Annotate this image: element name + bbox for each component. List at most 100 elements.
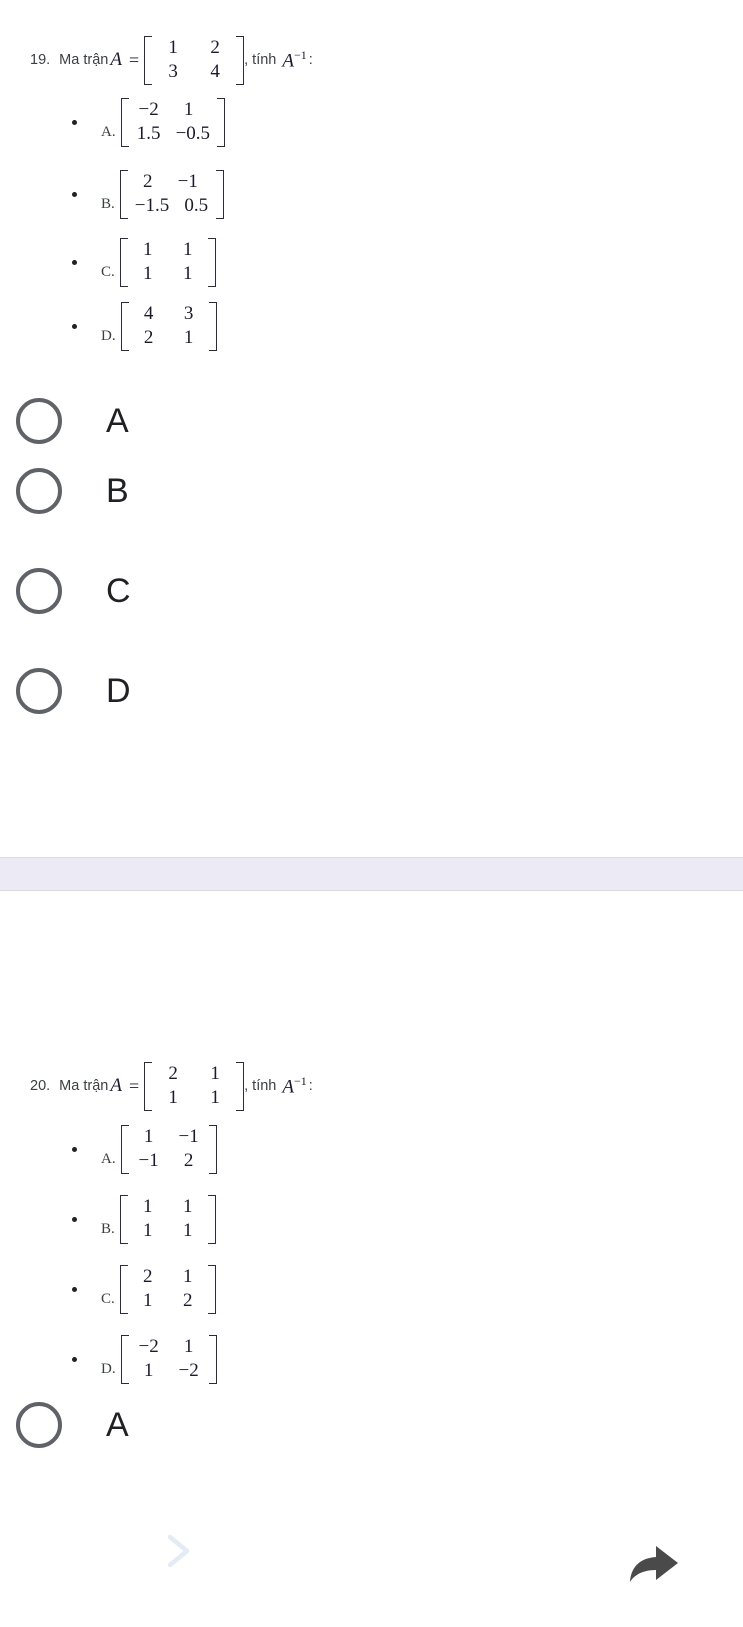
matrix-cell: 2 [143, 327, 154, 349]
radio-button-icon[interactable] [16, 568, 62, 614]
question-stem-20: 20. Ma trận A = 2 1 1 1 , tính A−1: [0, 1062, 743, 1111]
bracket-right [216, 170, 225, 219]
matrix-cell: 2 [210, 37, 220, 58]
answer-choice-20-a[interactable]: A [0, 1396, 129, 1454]
radio-button-icon[interactable] [16, 1402, 62, 1448]
bracket-left [120, 1125, 129, 1174]
bracket-left [120, 98, 129, 147]
answer-choice-19-d[interactable]: D [0, 662, 131, 720]
matrix-cell: 3 [183, 303, 194, 324]
matrix-cell: −1.5 [134, 195, 170, 217]
matrix-cell: 1 [183, 1266, 193, 1287]
answer-choice-19-a[interactable]: A [0, 392, 129, 450]
question-prompt-suffix-19: , tính [244, 52, 277, 69]
bracket-right [207, 238, 216, 287]
chevron-right-glyph [167, 1534, 190, 1568]
answer-choice-label: D [106, 672, 131, 710]
bracket-right [217, 98, 226, 147]
matrix-cell: −1 [178, 1126, 199, 1147]
matrix-cell: 1 [183, 1336, 194, 1357]
share-forward-icon[interactable] [620, 1532, 682, 1594]
bracket-left [144, 36, 153, 85]
bullet-icon [72, 1286, 77, 1292]
option-matrix: −2 1 1 −2 [120, 1335, 217, 1384]
matrix-cell: 1 [183, 99, 194, 120]
option-letter: A. [101, 123, 116, 140]
matrix-cell: 2 [143, 1266, 153, 1287]
matrix-cell: 1 [143, 1126, 154, 1147]
equals-sign-19: = [128, 49, 140, 70]
option-row-19-d: D. 4 3 2 1 [72, 302, 217, 351]
radio-button-icon[interactable] [16, 668, 62, 714]
inverse-exponent-19: −1 [293, 48, 307, 63]
matrix-variable-19: A [110, 49, 122, 71]
option-letter: C. [101, 1290, 115, 1307]
option-letter: D. [101, 327, 116, 344]
matrix-cell: 4 [143, 303, 154, 324]
matrix-cell: 1 [183, 263, 193, 285]
question-number-19: 19. [30, 52, 51, 69]
option-matrix: 1 −1 −1 2 [120, 1125, 217, 1174]
question-colon-20: : [308, 1078, 313, 1095]
question-prompt-prefix-20: Ma trận [59, 1078, 109, 1095]
radio-button-icon[interactable] [16, 398, 62, 444]
answer-choice-19-c[interactable]: C [0, 562, 131, 620]
option-letter: D. [101, 1360, 116, 1377]
option-letter: C. [101, 263, 115, 280]
option-row-20-d: D. −2 1 1 −2 [72, 1335, 217, 1384]
section-separator-band [0, 857, 743, 891]
radio-button-icon[interactable] [16, 468, 62, 514]
matrix-cell: −2 [178, 1360, 199, 1382]
matrix-cell: 2 [183, 1150, 194, 1172]
option-row-20-a: A. 1 −1 −1 2 [72, 1125, 217, 1174]
answer-choice-label: B [106, 472, 129, 510]
stem-matrix-20: 2 1 1 1 [144, 1062, 245, 1111]
bracket-left [119, 238, 128, 287]
matrix-cell: 1 [183, 327, 194, 349]
bracket-right [207, 1195, 216, 1244]
bracket-left [120, 302, 129, 351]
option-row-19-a: A. −2 1 1.5 −0.5 [72, 98, 226, 147]
option-matrix: 1 1 1 1 [119, 1195, 216, 1244]
matrix-cell: 1 [143, 1220, 153, 1242]
matrix-cell: 1 [143, 239, 153, 260]
bullet-icon [72, 119, 77, 125]
bracket-right [208, 1125, 217, 1174]
option-matrix: −2 1 1.5 −0.5 [120, 98, 226, 147]
bracket-right [208, 1335, 217, 1384]
share-forward-glyph [630, 1546, 678, 1582]
bullet-icon [72, 259, 77, 265]
option-letter: B. [101, 1220, 115, 1237]
matrix-cell: 0.5 [184, 195, 209, 217]
question-prompt-suffix-20: , tính [244, 1078, 277, 1095]
matrix-cell: 2 [143, 171, 153, 192]
matrix-cell: −2 [138, 1336, 159, 1357]
matrix-cell: 1 [168, 1087, 178, 1109]
inverse-variable-20: A−1 [282, 1074, 307, 1098]
option-row-19-c: C. 1 1 1 1 [72, 238, 216, 287]
answer-choice-19-b[interactable]: B [0, 462, 129, 520]
answer-choice-label: A [106, 1406, 129, 1444]
inverse-exponent-20: −1 [293, 1074, 307, 1089]
matrix-cell: 1 [143, 263, 153, 285]
bullet-icon [72, 1146, 77, 1152]
bracket-right [208, 302, 217, 351]
matrix-cell: 1 [143, 1290, 153, 1312]
matrix-cell: −2 [138, 99, 159, 120]
question-number-20: 20. [30, 1078, 51, 1095]
option-matrix: 4 3 2 1 [120, 302, 217, 351]
option-row-20-b: B. 1 1 1 1 [72, 1195, 216, 1244]
bullet-icon [72, 191, 77, 197]
equals-sign-20: = [128, 1075, 140, 1096]
bracket-left [120, 1335, 129, 1384]
inverse-variable-19: A−1 [282, 48, 307, 72]
bullet-icon [72, 323, 77, 329]
option-matrix: 2 1 1 2 [119, 1265, 216, 1314]
question-block-19: 19. Ma trận A = 1 2 3 4 , tính A−1: [0, 36, 743, 85]
matrix-variable-20: A [110, 1075, 122, 1097]
bracket-left [144, 1062, 153, 1111]
matrix-cell: 1.5 [136, 123, 161, 145]
option-letter: A. [101, 1150, 116, 1167]
chevron-right-icon[interactable] [155, 1528, 201, 1574]
bullet-icon [72, 1216, 77, 1222]
